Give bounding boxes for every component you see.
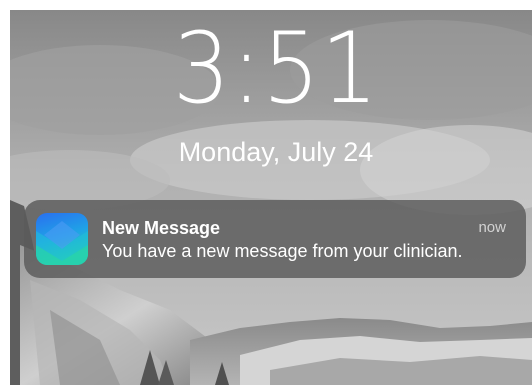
notification-timestamp: now — [478, 219, 506, 236]
notification-body: You have a new message from your clinici… — [102, 241, 463, 261]
lock-screen: 3:51 Monday, July 24 New Message now You… — [0, 0, 532, 385]
lock-screen-clock: 3:51 — [172, 12, 380, 126]
lock-screen-date: Monday, July 24 — [178, 137, 374, 167]
notification-banner[interactable]: New Message now You have a new message f… — [24, 200, 526, 278]
notification-title: New Message — [102, 218, 221, 238]
messaging-app-icon — [36, 213, 88, 265]
